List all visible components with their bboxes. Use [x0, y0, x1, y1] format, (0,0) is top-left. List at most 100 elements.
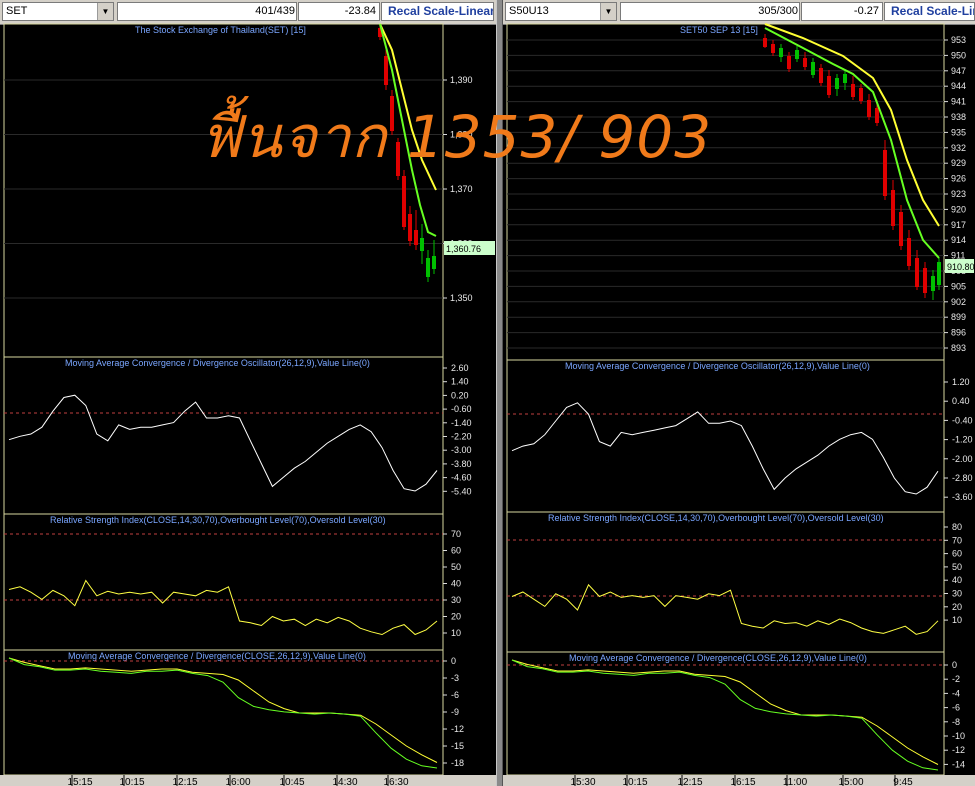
- rsi-tick-label: 70: [952, 535, 962, 545]
- candle-body: [432, 256, 436, 269]
- candle-body: [408, 214, 412, 241]
- macd-tick-label: -12: [952, 745, 965, 755]
- price-tick-label: 920: [951, 204, 966, 214]
- macd-tick-label: -6: [451, 690, 459, 700]
- price-tick-label: 1,370: [450, 184, 473, 194]
- price-tick-label: 935: [951, 127, 966, 137]
- osc-tick-label: -3.00: [451, 445, 472, 455]
- rsi-tick-label: 20: [451, 612, 461, 622]
- price-tick-label: 1,390: [450, 75, 473, 85]
- panel-title: SET50 SEP 13 [15]: [680, 25, 758, 35]
- price-tick-label: 944: [951, 81, 966, 91]
- chart-canvas-set[interactable]: The Stock Exchange of Thailand(SET) [15]…: [0, 0, 496, 786]
- macd-tick-label: 0: [451, 656, 456, 666]
- time-tick-label: 10:15: [622, 777, 647, 786]
- macd-tick-label: -18: [451, 758, 464, 768]
- panel-title: Moving Average Convergence / Divergence …: [65, 358, 370, 368]
- panel-frame: [3, 23, 444, 358]
- osc-tick-label: 1.20: [952, 377, 970, 387]
- time-tick-label: 14:30: [332, 777, 357, 786]
- price-tick-label: 938: [951, 112, 966, 122]
- candle-body: [923, 268, 927, 293]
- macd-tick-label: -3: [451, 673, 459, 683]
- panel-frame: [506, 511, 945, 653]
- time-tick-label: 15:00: [838, 777, 863, 786]
- panel-title: Moving Average Convergence / Divergence …: [565, 361, 870, 371]
- candle-body: [763, 38, 767, 47]
- panel-title: The Stock Exchange of Thailand(SET) [15]: [135, 25, 306, 35]
- macd-tick-label: -15: [451, 741, 464, 751]
- time-tick-label: 9:45: [893, 777, 913, 786]
- candle-body: [402, 176, 406, 227]
- time-tick-label: 16:00: [225, 777, 250, 786]
- osc-tick-label: -2.80: [952, 473, 973, 483]
- macd-tick-label: -6: [952, 703, 960, 713]
- candle-body: [851, 84, 855, 97]
- macd-tick-label: 0: [952, 660, 957, 670]
- candle-body: [384, 56, 388, 85]
- time-tick-label: 12:15: [677, 777, 702, 786]
- macd-tick-label: -12: [451, 724, 464, 734]
- candle-body: [827, 76, 831, 95]
- price-tick-label: 947: [951, 66, 966, 76]
- price-tick-label: 953: [951, 35, 966, 45]
- candle-body: [891, 190, 895, 226]
- candle-body: [899, 212, 903, 246]
- osc-tick-label: 0.40: [952, 396, 970, 406]
- splitter-handle[interactable]: [496, 0, 503, 786]
- chart-canvas-s50u13[interactable]: SET50 SEP 13 [15] Moving Average Converge…: [503, 0, 975, 786]
- price-tick-label: 950: [951, 50, 966, 60]
- price-tick-label: 899: [951, 312, 966, 322]
- time-tick-label: 15:30: [570, 777, 595, 786]
- macd-tick-label: -2: [952, 674, 960, 684]
- candle-body: [420, 238, 424, 251]
- rsi-tick-label: 30: [451, 595, 461, 605]
- rsi-tick-label: 40: [952, 575, 962, 585]
- rsi-tick-label: 60: [952, 549, 962, 559]
- price-tick-label: 941: [951, 97, 966, 107]
- price-tick-label: 905: [951, 281, 966, 291]
- candle-body: [835, 78, 839, 89]
- chart-pane-set[interactable]: SET ▼ 401/439 -23.84 Recal Scale-Linear T…: [0, 0, 496, 786]
- chart-pane-s50u13[interactable]: S50U13▼ 305/300 -0.27 Recal Scale-Linear…: [503, 0, 975, 786]
- rsi-tick-label: 10: [952, 615, 962, 625]
- time-tick-label: 15:15: [67, 777, 92, 786]
- candle-body: [426, 258, 430, 277]
- rsi-tick-label: 10: [451, 628, 461, 638]
- price-tick-label: 1,380: [450, 130, 473, 140]
- panel-title: Moving Average Convergence / Divergence(…: [68, 651, 366, 661]
- price-tick-label: 926: [951, 174, 966, 184]
- osc-tick-label: -0.40: [952, 415, 973, 425]
- rsi-tick-label: 50: [451, 562, 461, 572]
- candle-body: [803, 58, 807, 67]
- price-tick-label: 929: [951, 158, 966, 168]
- osc-tick-label: -4.60: [451, 473, 472, 483]
- macd-tick-label: -8: [952, 717, 960, 727]
- osc-tick-label: 2.60: [451, 363, 469, 373]
- candle-body: [843, 74, 847, 83]
- time-tick-label: 16:15: [730, 777, 755, 786]
- rsi-tick-label: 60: [451, 546, 461, 556]
- osc-tick-label: 0.20: [451, 390, 469, 400]
- rsi-tick-label: 80: [952, 522, 962, 532]
- panel-frame: [506, 23, 945, 361]
- candle-body: [819, 68, 823, 83]
- time-tick-label: 10:45: [279, 777, 304, 786]
- price-tick-label: 917: [951, 220, 966, 230]
- rsi-tick-label: 20: [952, 602, 962, 612]
- panel-title: Moving Average Convergence / Divergence(…: [569, 653, 867, 663]
- price-tick-label: 896: [951, 328, 966, 338]
- rsi-tick-label: 40: [451, 579, 461, 589]
- osc-tick-label: -3.80: [451, 459, 472, 469]
- candle-body: [875, 108, 879, 123]
- panel-frame: [506, 651, 945, 776]
- candle-body: [414, 230, 418, 245]
- candle-body: [883, 150, 887, 196]
- macd-tick-label: -10: [952, 731, 965, 741]
- panel-frame: [3, 356, 444, 515]
- candle-body: [396, 142, 400, 176]
- macd-tick-label: -14: [952, 759, 965, 769]
- osc-tick-label: -1.40: [451, 418, 472, 428]
- macd-tick-label: -4: [952, 688, 960, 698]
- candle-body: [779, 48, 783, 57]
